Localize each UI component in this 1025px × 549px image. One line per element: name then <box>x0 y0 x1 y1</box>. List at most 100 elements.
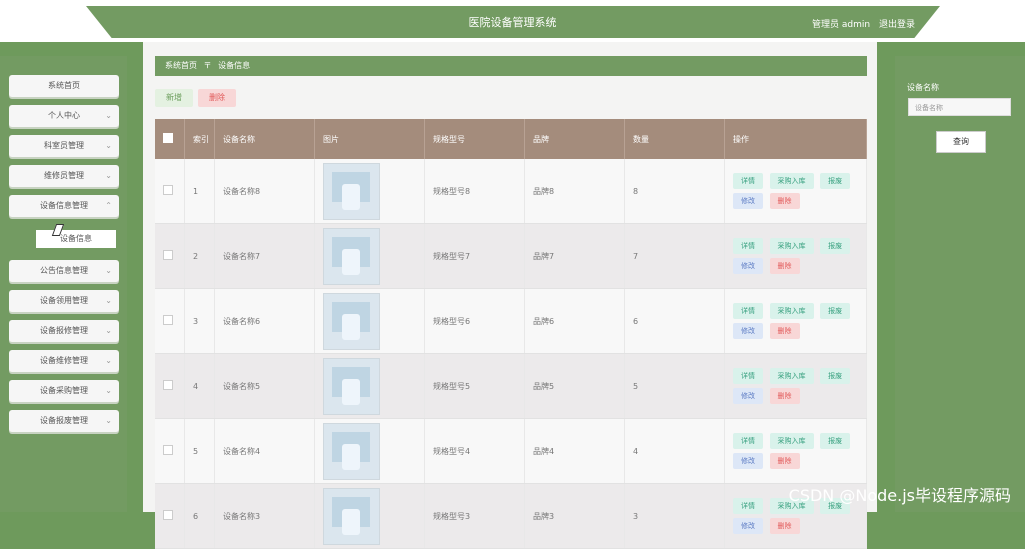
delete-row-button[interactable]: 删除 <box>769 453 800 469</box>
row-checkbox[interactable] <box>155 288 185 354</box>
purchase-button[interactable]: 采购入库 <box>769 303 814 319</box>
sidebar-item-repair[interactable]: 设备维修管理 ⌄ <box>9 350 119 372</box>
sidebar-item-report[interactable]: 设备报修管理 ⌄ <box>9 320 119 342</box>
sidebar-item-purchase[interactable]: 设备采购管理 ⌄ <box>9 380 119 402</box>
table-row: 4 设备名称5 规格型号5 品牌5 5 详情 采购入库 报废 修改 删除 <box>155 353 867 419</box>
detail-button[interactable]: 详情 <box>733 433 763 449</box>
device-image <box>323 292 380 350</box>
detail-button[interactable]: 详情 <box>733 303 763 319</box>
sidebar-item-label: 设备报废管理 <box>40 416 88 425</box>
search-panel: 设备名称 设备名称 查询 <box>895 56 1025 512</box>
row-qty: 3 <box>624 483 725 549</box>
detail-button[interactable]: 详情 <box>733 173 763 189</box>
table-header-row: 索引 设备名称 图片 规格型号 品牌 数量 操作 <box>155 119 867 159</box>
scrap-button[interactable]: 报废 <box>820 173 851 189</box>
row-image <box>314 483 425 549</box>
purchase-button[interactable]: 采购入库 <box>769 238 814 254</box>
row-index: 5 <box>184 418 215 484</box>
row-spec: 规格型号8 <box>424 159 525 224</box>
row-image <box>314 159 425 224</box>
chevron-down-icon: ⌄ <box>105 296 112 305</box>
scrap-button[interactable]: 报废 <box>820 433 851 449</box>
row-image <box>314 288 425 354</box>
purchase-button[interactable]: 采购入库 <box>769 368 814 384</box>
sidebar-item-profile[interactable]: 个人中心 ⌄ <box>9 105 119 127</box>
row-qty: 8 <box>624 159 725 224</box>
search-input[interactable]: 设备名称 <box>908 98 1011 116</box>
sidebar-item-home[interactable]: 系统首页 <box>9 75 119 97</box>
row-checkbox[interactable] <box>155 353 185 419</box>
row-ops: 详情 采购入库 报废 修改 删除 <box>724 223 867 289</box>
delete-row-button[interactable]: 删除 <box>769 323 800 339</box>
delete-button[interactable]: 删除 <box>198 89 236 107</box>
search-label: 设备名称 <box>907 83 939 92</box>
sidebar-item-notice[interactable]: 公告信息管理 ⌄ <box>9 260 119 282</box>
submenu-device-info[interactable]: 设备信息 <box>36 230 116 248</box>
row-ops: 详情 采购入库 报废 修改 删除 <box>724 159 867 224</box>
edit-button[interactable]: 修改 <box>733 518 763 534</box>
delete-row-button[interactable]: 删除 <box>769 388 800 404</box>
sidebar-item-repairman[interactable]: 维修员管理 ⌄ <box>9 165 119 187</box>
row-name: 设备名称5 <box>214 353 315 419</box>
add-button[interactable]: 新增 <box>155 89 193 107</box>
logout-link[interactable]: 退出登录 <box>879 20 915 30</box>
row-spec: 规格型号7 <box>424 223 525 289</box>
scrap-button[interactable]: 报废 <box>820 238 851 254</box>
top-bar: 医院设备管理系统 管理员 admin 退出登录 <box>0 0 1025 42</box>
delete-row-button[interactable]: 删除 <box>769 193 800 209</box>
submenu-label: 设备信息 <box>60 234 92 243</box>
row-spec: 规格型号6 <box>424 288 525 354</box>
watermark: CSDN @Node.js毕设程序源码 <box>788 486 1011 505</box>
edit-button[interactable]: 修改 <box>733 388 763 404</box>
delete-row-button[interactable]: 删除 <box>769 258 800 274</box>
sidebar-item-label: 设备领用管理 <box>40 296 88 305</box>
sidebar-item-device-info[interactable]: 设备信息管理 ⌃ <box>9 195 119 217</box>
sidebar-item-scrap[interactable]: 设备报废管理 ⌄ <box>9 410 119 432</box>
chevron-up-icon: ⌃ <box>105 201 112 210</box>
breadcrumb: 系统首页 〒 设备信息 <box>155 56 867 76</box>
row-checkbox[interactable] <box>155 418 185 484</box>
sidebar-item-label: 设备报修管理 <box>40 326 88 335</box>
sidebar-item-label: 科室员管理 <box>44 141 84 150</box>
delete-row-button[interactable]: 删除 <box>769 518 800 534</box>
sidebar-item-dept-staff[interactable]: 科室员管理 ⌄ <box>9 135 119 157</box>
scrap-button[interactable]: 报废 <box>820 368 851 384</box>
row-name: 设备名称3 <box>214 483 315 549</box>
row-name: 设备名称4 <box>214 418 315 484</box>
detail-button[interactable]: 详情 <box>733 368 763 384</box>
device-image <box>323 227 380 285</box>
sidebar-item-borrow[interactable]: 设备领用管理 ⌄ <box>9 290 119 312</box>
device-table: 索引 设备名称 图片 规格型号 品牌 数量 操作 1 设备名称8 规格型号8 品… <box>155 119 867 549</box>
header-brand: 品牌 <box>524 119 625 159</box>
row-checkbox[interactable] <box>155 223 185 289</box>
breadcrumb-home[interactable]: 系统首页 <box>165 61 197 70</box>
search-button[interactable]: 查询 <box>936 131 986 153</box>
detail-button[interactable]: 详情 <box>733 238 763 254</box>
header-spec: 规格型号 <box>424 119 525 159</box>
chevron-down-icon: ⌄ <box>105 416 112 425</box>
sidebar-item-label: 设备信息管理 <box>40 201 88 210</box>
row-brand: 品牌8 <box>524 159 625 224</box>
purchase-button[interactable]: 采购入库 <box>769 433 814 449</box>
edit-button[interactable]: 修改 <box>733 258 763 274</box>
sidebar-item-label: 系统首页 <box>48 81 80 90</box>
select-all-checkbox[interactable] <box>155 119 185 159</box>
row-index: 3 <box>184 288 215 354</box>
purchase-button[interactable]: 采购入库 <box>769 173 814 189</box>
device-image <box>323 422 380 480</box>
edit-button[interactable]: 修改 <box>733 193 763 209</box>
row-image <box>314 418 425 484</box>
row-index: 4 <box>184 353 215 419</box>
row-brand: 品牌5 <box>524 353 625 419</box>
row-ops: 详情 采购入库 报废 修改 删除 <box>724 288 867 354</box>
row-index: 2 <box>184 223 215 289</box>
row-brand: 品牌6 <box>524 288 625 354</box>
device-image <box>323 487 380 545</box>
row-checkbox[interactable] <box>155 159 185 224</box>
row-checkbox[interactable] <box>155 483 185 549</box>
edit-button[interactable]: 修改 <box>733 453 763 469</box>
breadcrumb-separator: 〒 <box>203 61 212 70</box>
scrap-button[interactable]: 报废 <box>820 303 851 319</box>
chevron-down-icon: ⌄ <box>105 266 112 275</box>
edit-button[interactable]: 修改 <box>733 323 763 339</box>
